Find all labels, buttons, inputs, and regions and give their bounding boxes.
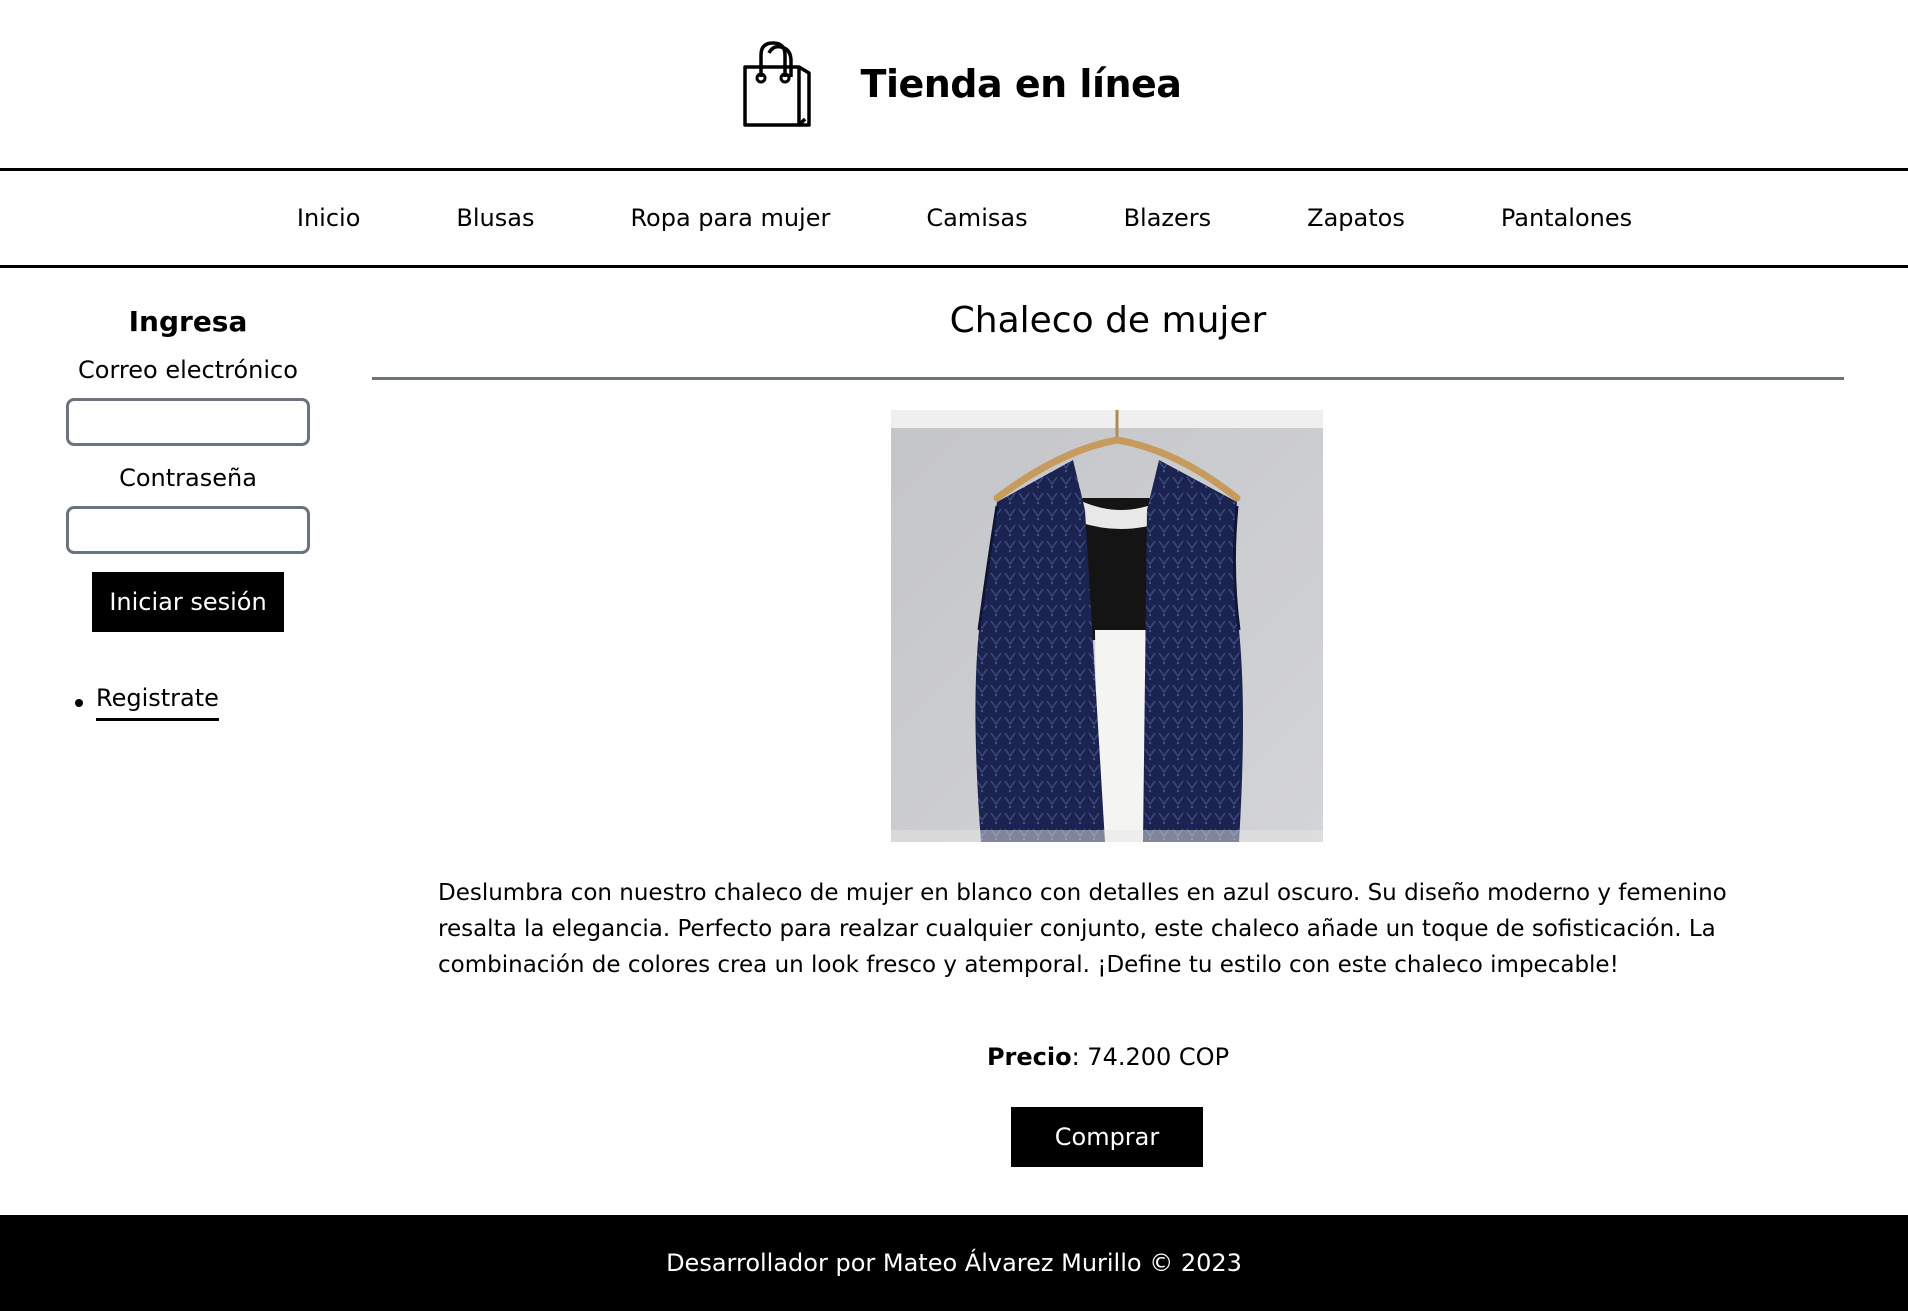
nav-item-ropa-para-mujer[interactable]: Ropa para mujer	[582, 204, 878, 232]
price-value: : 74.200 COP	[1071, 1043, 1230, 1071]
product-image	[891, 410, 1323, 842]
list-bullet	[75, 698, 83, 707]
login-sidebar: Ingresa Correo electrónico Contraseña In…	[56, 290, 320, 721]
logo[interactable]: Tienda en línea	[741, 39, 1182, 129]
site-title: Tienda en línea	[860, 62, 1182, 106]
email-field[interactable]	[66, 398, 310, 446]
nav-list: Inicio Blusas Ropa para mujer Camisas Bl…	[249, 204, 1680, 232]
register-link[interactable]: Registrate	[96, 684, 219, 721]
site-header: Tienda en línea	[0, 0, 1908, 168]
nav-item-zapatos[interactable]: Zapatos	[1259, 204, 1453, 232]
nav-item-inicio[interactable]: Inicio	[249, 204, 409, 232]
nav-item-blazers[interactable]: Blazers	[1076, 204, 1260, 232]
buy-button[interactable]: Comprar	[1011, 1107, 1203, 1167]
site-footer: Desarrollador por Mateo Álvarez Murillo …	[0, 1215, 1908, 1311]
login-title: Ingresa	[128, 305, 248, 338]
login-button[interactable]: Iniciar sesión	[92, 572, 284, 632]
nav-item-camisas[interactable]: Camisas	[878, 204, 1075, 232]
footer-text: Desarrollador por Mateo Álvarez Murillo …	[666, 1249, 1242, 1277]
main-nav: Inicio Blusas Ropa para mujer Camisas Bl…	[0, 168, 1908, 268]
price: Precio: 74.200 COP	[372, 1043, 1844, 1071]
nav-item-blusas[interactable]: Blusas	[408, 204, 582, 232]
email-label: Correo electrónico	[78, 356, 298, 384]
nav-item-pantalones[interactable]: Pantalones	[1453, 204, 1680, 232]
password-field[interactable]	[66, 506, 310, 554]
product-title: Chaleco de mujer	[949, 300, 1267, 341]
register-list: Registrate	[75, 684, 219, 721]
password-label: Contraseña	[119, 464, 257, 492]
product-description: Deslumbra con nuestro chaleco de mujer e…	[438, 880, 1727, 978]
title-divider	[372, 377, 1844, 380]
price-label: Precio	[986, 1043, 1072, 1071]
shopping-bag-icon	[741, 39, 813, 129]
